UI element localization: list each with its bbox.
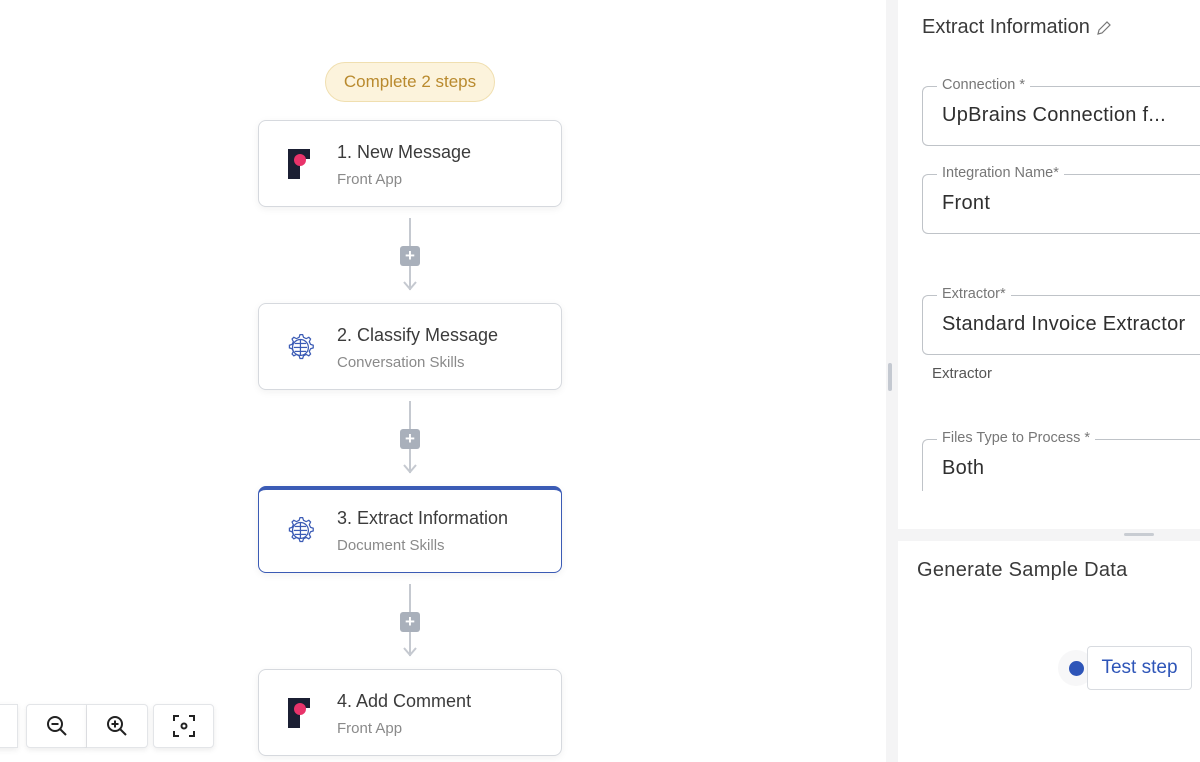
flow-step-add-comment[interactable]: 4. Add Comment Front App bbox=[258, 669, 562, 756]
field-value: Front bbox=[942, 192, 991, 214]
completion-status-badge: Complete 2 steps bbox=[325, 62, 495, 102]
step-settings-panel: Extract Information Connection * UpBrain… bbox=[898, 0, 1200, 762]
hidden-control-button[interactable] bbox=[0, 704, 18, 748]
fit-view-button[interactable] bbox=[153, 704, 214, 748]
zoom-in-icon bbox=[107, 716, 127, 736]
edit-pencil-icon[interactable] bbox=[1096, 20, 1112, 36]
step-title: 4. Add Comment bbox=[337, 691, 472, 711]
section-resize-grip[interactable] bbox=[1124, 533, 1154, 536]
field-value: UpBrains Connection f... bbox=[942, 104, 1166, 126]
step-subtitle: Front App bbox=[337, 720, 403, 737]
front-app-icon bbox=[288, 149, 310, 179]
step-subtitle: Front App bbox=[337, 171, 403, 188]
zoom-out-icon bbox=[46, 716, 67, 736]
step-subtitle: Conversation Skills bbox=[337, 354, 465, 371]
zoom-out-button[interactable] bbox=[26, 704, 87, 748]
connection-field[interactable]: Connection * UpBrains Connection f... bbox=[922, 77, 1200, 146]
field-label: Connection * bbox=[937, 77, 1031, 93]
integration-name-field[interactable]: Integration Name* Front bbox=[922, 165, 1200, 234]
flow-step-new-message[interactable]: 1. New Message Front App bbox=[258, 120, 562, 207]
files-type-field[interactable]: Files Type to Process * Both bbox=[922, 430, 1200, 491]
field-label: Integration Name* bbox=[937, 165, 1064, 181]
add-step-button[interactable]: + bbox=[400, 429, 420, 449]
extractor-helper-text: Extractor bbox=[932, 365, 993, 382]
flow-step-extract-information[interactable]: 3. Extract Information Document Skills bbox=[258, 486, 562, 573]
field-label: Extractor* bbox=[937, 286, 1011, 302]
status-dot bbox=[1069, 661, 1084, 676]
generate-sample-data-title: Generate Sample Data bbox=[917, 559, 1128, 581]
panel-title-text: Extract Information bbox=[922, 16, 1090, 38]
step-connector: + bbox=[398, 401, 422, 479]
front-app-icon bbox=[288, 698, 310, 728]
extractor-field[interactable]: Extractor* Standard Invoice Extractor bbox=[922, 286, 1200, 355]
step-title: 2. Classify Message bbox=[337, 325, 499, 345]
step-title: 1. New Message bbox=[337, 142, 472, 162]
arrow-down-icon bbox=[403, 464, 417, 474]
splitter-handle[interactable] bbox=[888, 363, 892, 391]
fit-view-group bbox=[153, 704, 214, 748]
panel-title: Extract Information bbox=[922, 16, 1112, 39]
arrow-down-icon bbox=[403, 281, 417, 291]
field-label: Files Type to Process * bbox=[937, 430, 1096, 446]
add-step-button[interactable]: + bbox=[400, 612, 420, 632]
section-divider bbox=[898, 529, 1200, 541]
flow-canvas[interactable]: Complete 2 steps 1. New Message Front Ap… bbox=[0, 0, 886, 762]
field-value: Standard Invoice Extractor bbox=[942, 313, 1186, 335]
arrow-down-icon bbox=[403, 647, 417, 657]
zoom-in-button[interactable] bbox=[87, 704, 148, 748]
brain-gear-icon bbox=[288, 334, 314, 360]
add-step-button[interactable]: + bbox=[400, 246, 420, 266]
field-value: Both bbox=[942, 457, 985, 479]
zoom-button-group bbox=[26, 704, 148, 748]
brain-gear-icon bbox=[288, 517, 314, 543]
flow-step-classify-message[interactable]: 2. Classify Message Conversation Skills bbox=[258, 303, 562, 390]
step-connector: + bbox=[398, 584, 422, 662]
canvas-zoom-controls bbox=[0, 704, 18, 748]
step-subtitle: Document Skills bbox=[337, 537, 445, 554]
step-connector: + bbox=[398, 218, 422, 296]
test-step-button[interactable]: Test step bbox=[1087, 646, 1192, 690]
fit-view-icon bbox=[172, 715, 195, 737]
step-title: 3. Extract Information bbox=[337, 508, 509, 528]
